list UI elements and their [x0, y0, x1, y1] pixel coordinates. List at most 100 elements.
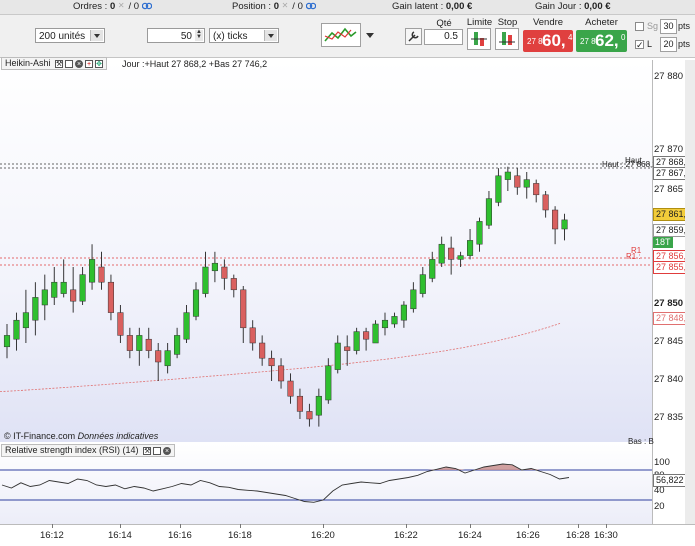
candle-body[interactable]: [523, 179, 530, 188]
candle-body[interactable]: [363, 331, 370, 340]
limit-order-button[interactable]: [467, 28, 491, 50]
candle-body[interactable]: [240, 289, 247, 329]
indicator-chart-icon: [324, 27, 357, 42]
close-icon: ✕: [281, 1, 289, 11]
candle-body[interactable]: [504, 171, 511, 180]
candle-body[interactable]: [476, 221, 483, 245]
candle-body[interactable]: [287, 380, 294, 397]
gain-latent-status: Gain latent : 0,00 €: [392, 1, 473, 12]
candlestick-chart[interactable]: [0, 60, 652, 442]
candle-body[interactable]: [259, 342, 266, 359]
rsi-panel-header: Relative strength index (RSI) (14) ⚒ ×: [1, 444, 176, 457]
link-icon[interactable]: [305, 2, 316, 10]
wrench-icon[interactable]: ⚒: [143, 446, 152, 455]
candle-body[interactable]: [107, 281, 115, 313]
candle-body[interactable]: [514, 175, 521, 188]
candle-body[interactable]: [249, 327, 256, 344]
qty-input[interactable]: 0.5: [424, 29, 463, 45]
chevron-down-icon[interactable]: [90, 30, 103, 41]
units-select[interactable]: 200 unités: [35, 28, 105, 43]
price-label: 27 870: [654, 144, 684, 155]
candle-body[interactable]: [467, 240, 474, 256]
candle-body[interactable]: [278, 365, 285, 382]
price-label: 27 845: [654, 336, 684, 347]
indicator-chart-button[interactable]: [321, 23, 361, 47]
candle-body[interactable]: [391, 316, 398, 325]
candle-body[interactable]: [400, 304, 407, 321]
candle-body[interactable]: [485, 198, 492, 226]
candle-body[interactable]: [3, 335, 11, 348]
candle-body[interactable]: [381, 319, 389, 329]
time-axis[interactable]: [0, 524, 695, 546]
candle-body[interactable]: [32, 297, 39, 321]
chevron-down-icon[interactable]: [264, 30, 277, 41]
candle-body[interactable]: [79, 274, 86, 302]
wrench-icon[interactable]: ⚒: [55, 59, 64, 68]
candle-body[interactable]: [353, 331, 360, 351]
candle-body[interactable]: [70, 289, 77, 302]
candle-body[interactable]: [202, 266, 209, 294]
candle-body[interactable]: [98, 266, 105, 283]
candle-body[interactable]: [126, 335, 133, 351]
window-icon[interactable]: [153, 446, 162, 455]
candle-body[interactable]: [117, 312, 124, 336]
candle-body[interactable]: [22, 312, 29, 329]
sell-button[interactable]: 27 8 60, 4: [523, 30, 573, 52]
chevron-down-icon[interactable]: [366, 33, 374, 38]
move-icon[interactable]: ✥: [95, 59, 104, 68]
candle-body[interactable]: [448, 247, 455, 260]
candle-body[interactable]: [344, 346, 351, 351]
add-icon[interactable]: +: [85, 59, 94, 68]
candle-body[interactable]: [155, 350, 162, 363]
candle-body[interactable]: [60, 281, 67, 294]
candle-body[interactable]: [561, 219, 568, 230]
window-icon[interactable]: [65, 59, 74, 68]
candle-body[interactable]: [542, 194, 549, 211]
candle-body[interactable]: [164, 350, 171, 367]
candle-body[interactable]: [192, 289, 200, 317]
sg-checkbox[interactable]: [635, 22, 644, 31]
candle-body[interactable]: [457, 255, 464, 260]
candle-body[interactable]: [306, 411, 313, 420]
candle-body[interactable]: [438, 243, 445, 264]
stepper-icon[interactable]: ▲ ▼: [195, 29, 203, 41]
close-icon[interactable]: ×: [163, 446, 172, 455]
candle-body[interactable]: [221, 266, 228, 279]
candle-body[interactable]: [315, 395, 322, 416]
candle-body[interactable]: [419, 274, 426, 294]
candle-body[interactable]: [230, 278, 237, 291]
candle-body[interactable]: [372, 323, 379, 344]
l-checkbox[interactable]: ✓: [635, 40, 644, 50]
candle-body[interactable]: [268, 357, 275, 367]
candle-body[interactable]: [325, 365, 332, 401]
ticks-unit-select[interactable]: (x) ticks: [209, 28, 279, 43]
time-label: 16:20: [311, 530, 335, 541]
close-icon[interactable]: ×: [75, 59, 84, 68]
candle-body[interactable]: [41, 289, 48, 306]
candle-body[interactable]: [51, 281, 58, 298]
candle-body[interactable]: [296, 395, 303, 412]
candle-body[interactable]: [136, 335, 143, 351]
sg-input[interactable]: 30: [660, 19, 677, 34]
candle-body[interactable]: [533, 183, 540, 196]
candle-body[interactable]: [13, 319, 20, 340]
price-label: 27 865: [654, 184, 684, 195]
candle-body[interactable]: [89, 259, 96, 283]
candle-body[interactable]: [174, 335, 181, 355]
stop-order-button[interactable]: [495, 28, 519, 50]
candle-body[interactable]: [334, 342, 341, 370]
candle-body[interactable]: [145, 338, 152, 351]
candle-body[interactable]: [183, 312, 190, 340]
buy-button[interactable]: 27 8 62, 0: [576, 30, 627, 52]
candle-body[interactable]: [429, 259, 436, 279]
settings-button[interactable]: [405, 28, 422, 45]
l-input[interactable]: 20: [660, 37, 677, 52]
candle-body[interactable]: [211, 262, 218, 272]
candle-body[interactable]: [495, 175, 502, 203]
vertical-scrollbar[interactable]: [685, 60, 695, 524]
candle-body[interactable]: [552, 209, 559, 230]
link-icon[interactable]: [141, 2, 152, 10]
ticks-input[interactable]: 50 ▲ ▼: [147, 28, 205, 43]
candle-body[interactable]: [410, 289, 417, 310]
time-tick: [470, 524, 471, 528]
